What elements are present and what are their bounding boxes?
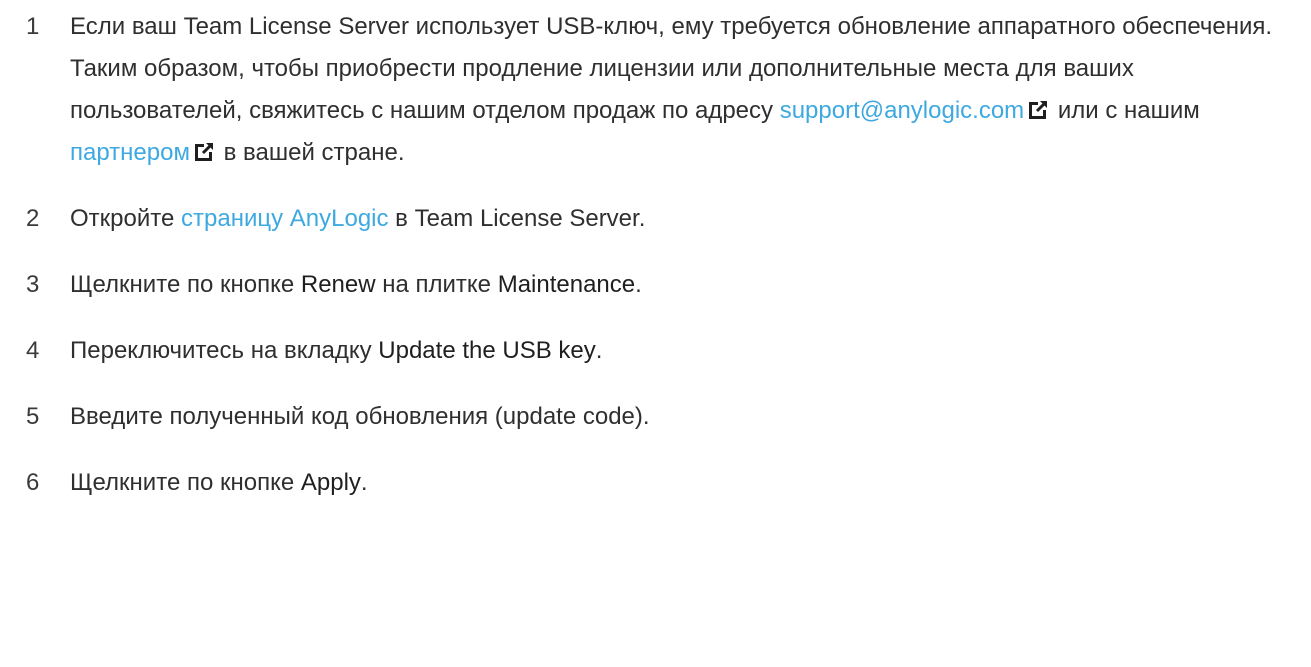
step-4-text-part: . [595, 337, 603, 364]
step-4-text-part: Переключитесь на вкладку [70, 337, 379, 364]
step-number: 5 [26, 403, 40, 430]
step-5: 5 Введите полученный код обновления (upd… [26, 396, 1296, 438]
apply-term: Apply [300, 469, 361, 496]
step-3-text-part: на плитке [375, 271, 498, 298]
maintenance-term: Maintenance [497, 271, 636, 298]
step-1: 1 Если ваш Team License Server используе… [26, 6, 1296, 174]
step-number: 4 [26, 337, 40, 364]
step-text: Введите полученный код обновления (updat… [70, 403, 650, 430]
step-text: Щелкните по кнопке Apply. [70, 462, 1296, 504]
external-link-icon[interactable] [194, 141, 215, 161]
anylogic-page-link[interactable]: страницу AnyLogic [181, 205, 389, 232]
step-number: 1 [26, 13, 40, 40]
renew-term: Renew [300, 271, 376, 298]
step-text: Щелкните по кнопке Renew на плитке Maint… [70, 264, 1296, 306]
step-6: 6 Щелкните по кнопке Apply. [26, 462, 1296, 504]
step-3: 3 Щелкните по кнопке Renew на плитке Mai… [26, 264, 1296, 306]
step-4: 4 Переключитесь на вкладку Update the US… [26, 330, 1296, 372]
step-number: 2 [26, 205, 40, 232]
step-number: 6 [26, 469, 40, 496]
instruction-steps: 1 Если ваш Team License Server используе… [26, 6, 1296, 504]
update-usb-key-term: Update the USB key [378, 337, 596, 364]
step-text: Если ваш Team License Server использует … [70, 6, 1296, 174]
external-link-icon[interactable] [1029, 99, 1050, 119]
step-3-text-part: Щелкните по кнопке [70, 271, 301, 298]
step-text: Откройте страницу AnyLogic в Team Licens… [70, 198, 1296, 240]
step-2: 2 Откройте страницу AnyLogic в Team Lice… [26, 198, 1296, 240]
step-6-text-part: Щелкните по кнопке [70, 469, 301, 496]
step-number: 3 [26, 271, 40, 298]
step-2-text-part: Откройте [70, 205, 181, 232]
support-email-link[interactable]: support@anylogic.com [780, 97, 1024, 124]
step-6-text-part: . [360, 469, 368, 496]
partner-link[interactable]: партнером [70, 139, 190, 166]
step-1-text-part: или с нашим [1057, 97, 1200, 124]
step-3-text-part: . [635, 271, 642, 298]
step-2-text-part: в Team License Server. [388, 205, 646, 232]
step-text: Переключитесь на вкладку Update the USB … [70, 330, 1296, 372]
step-1-text-part: в вашей стране. [223, 139, 405, 166]
